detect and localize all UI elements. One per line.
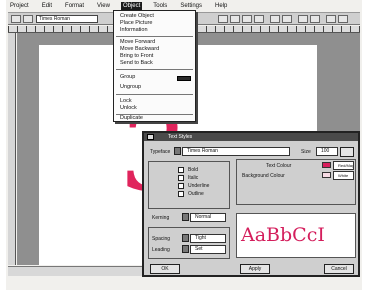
menu-item-send-to-back[interactable]: Send to Back: [120, 60, 153, 67]
text-colour-swatch[interactable]: [322, 162, 331, 168]
italic-checkbox[interactable]: [178, 175, 184, 181]
background-colour-field[interactable]: White: [333, 171, 354, 180]
leading-label: Leading: [152, 247, 170, 253]
spacing-group: [148, 227, 230, 259]
dialog-title[interactable]: Text Styles: [144, 133, 358, 141]
outline-checkbox[interactable]: [178, 191, 184, 197]
bold-label: Bold: [188, 167, 199, 173]
text-colour-label: Text Colour: [266, 163, 292, 169]
menu-item-create-object[interactable]: Create Object: [120, 13, 154, 20]
object-menu: Create Object Place Picture Information …: [113, 10, 196, 122]
toolbar-button[interactable]: [218, 15, 228, 23]
preview-text: AaBbCcI: [241, 224, 325, 246]
close-icon[interactable]: [147, 134, 154, 140]
size-field[interactable]: 100: [316, 147, 338, 156]
toolbar-button[interactable]: [282, 15, 292, 23]
spacing-label: Spacing: [152, 236, 171, 242]
menu-view[interactable]: View: [95, 2, 112, 10]
ok-button[interactable]: OK: [150, 264, 180, 274]
apply-button[interactable]: Apply: [240, 264, 270, 274]
menu-help[interactable]: Help: [213, 2, 229, 10]
background-colour-label: Background Colour: [242, 173, 285, 179]
outline-label: Outline: [188, 191, 204, 197]
underline-checkbox[interactable]: [178, 183, 184, 189]
menu-separator: [116, 94, 193, 95]
toolbar-button[interactable]: [298, 15, 308, 23]
menu-item-move-forward[interactable]: Move Forward: [120, 39, 155, 46]
menu-object[interactable]: Object: [120, 2, 143, 10]
menu-tools[interactable]: Tools: [151, 2, 169, 10]
background-colour-swatch[interactable]: [322, 172, 331, 178]
toolbar-button[interactable]: [23, 15, 33, 23]
menu-item-information[interactable]: Information: [120, 27, 148, 34]
text-colour-field[interactable]: Red/Magenta: [333, 161, 354, 170]
toolbar-button[interactable]: [326, 15, 336, 23]
dropdown-arrow-icon[interactable]: [182, 245, 189, 253]
toolbar-button[interactable]: [254, 15, 264, 23]
menu-settings[interactable]: Settings: [178, 2, 204, 10]
dropdown-arrow-icon[interactable]: [182, 234, 189, 242]
toolbar-button[interactable]: [11, 15, 21, 23]
underline-label: Underline: [188, 183, 210, 189]
kerning-label: Kerning: [152, 215, 170, 221]
toolbar-button[interactable]: [242, 15, 252, 23]
toolbar-button[interactable]: [310, 15, 320, 23]
menu-item-place-picture[interactable]: Place Picture: [120, 20, 152, 27]
menu-separator: [116, 36, 193, 37]
kerning-field[interactable]: Normal: [190, 213, 226, 222]
vertical-ruler: [8, 33, 16, 265]
menu-item-unlock[interactable]: Unlock: [120, 105, 137, 112]
cancel-button[interactable]: Cancel: [324, 264, 354, 274]
toolbar-button[interactable]: [338, 15, 348, 23]
bold-checkbox[interactable]: [178, 167, 184, 173]
menu-item-ungroup[interactable]: Ungroup: [120, 84, 141, 91]
menu-item-move-backward[interactable]: Move Backward: [120, 46, 159, 53]
italic-label: Italic: [188, 175, 199, 181]
dropdown-arrow-icon[interactable]: [174, 147, 181, 155]
menu-item-duplicate[interactable]: Duplicate: [120, 115, 143, 122]
menu-edit[interactable]: Edit: [40, 2, 54, 10]
size-stepper[interactable]: [340, 147, 354, 157]
typeface-field[interactable]: Times Roman: [182, 147, 290, 156]
group-icon: [177, 76, 191, 81]
typeface-label: Typeface: [150, 149, 171, 155]
menu-format[interactable]: Format: [63, 2, 86, 10]
menu-item-lock[interactable]: Lock: [120, 98, 132, 105]
spacing-field[interactable]: Tight: [190, 234, 226, 243]
menu-project[interactable]: Project: [8, 2, 31, 10]
dropdown-arrow-icon[interactable]: [182, 213, 189, 221]
font-field[interactable]: Times Roman: [36, 15, 98, 23]
toolbar-button[interactable]: [270, 15, 280, 23]
screen: Project Edit Format View Object Tools Se…: [6, 0, 362, 290]
text-preview: AaBbCcI: [236, 213, 356, 258]
toolbar-button[interactable]: [230, 15, 240, 23]
leading-field[interactable]: Set: [190, 245, 226, 254]
menu-separator: [116, 69, 193, 70]
menu-item-bring-to-front[interactable]: Bring to Front: [120, 53, 153, 60]
text-styles-dialog: Text Styles Typeface Times Roman Size 10…: [142, 131, 360, 277]
size-label: Size: [301, 149, 311, 155]
menu-item-group[interactable]: Group: [120, 74, 135, 81]
